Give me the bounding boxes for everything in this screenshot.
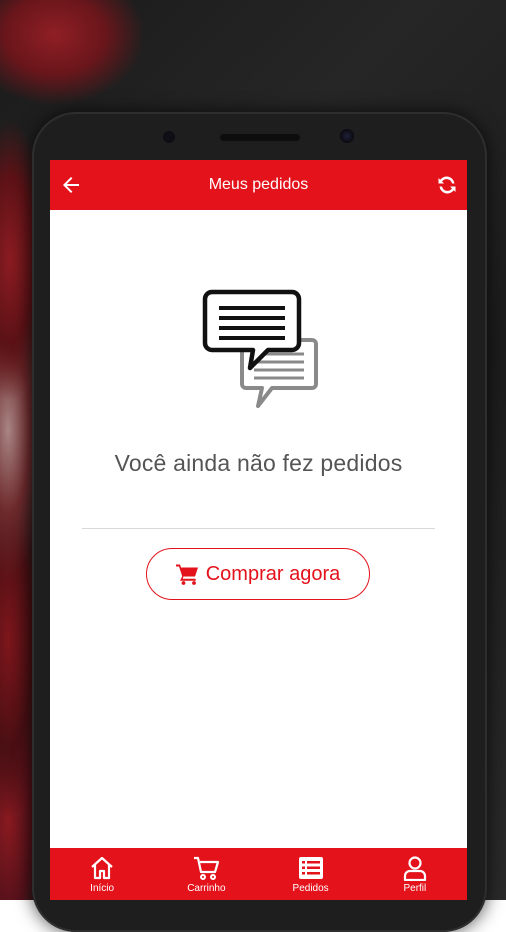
nav-label-cart: Carrinho xyxy=(187,883,226,894)
user-icon xyxy=(403,856,426,881)
refresh-button[interactable] xyxy=(435,173,459,197)
nav-item-home[interactable]: Início xyxy=(50,848,154,900)
nav-label-profile: Perfil xyxy=(403,883,427,894)
nav-label-home: Início xyxy=(90,883,115,894)
shopping-cart-icon xyxy=(175,564,198,585)
phone-front-camera xyxy=(340,129,354,143)
nav-item-orders[interactable]: Pedidos xyxy=(259,848,363,900)
list-icon xyxy=(298,857,323,879)
empty-state-message: Você ainda não fez pedidos xyxy=(114,450,403,476)
chat-bubbles-icon xyxy=(202,289,318,408)
bottom-navigation: Início Carrinho Pedidos Perfil xyxy=(50,848,467,900)
buy-now-button[interactable]: Comprar agora xyxy=(146,548,370,600)
nav-item-cart[interactable]: Carrinho xyxy=(154,848,258,900)
nav-item-profile[interactable]: Perfil xyxy=(363,848,467,900)
phone-speaker xyxy=(220,134,300,141)
app-screen: Meus pedidos Você ainda não fez pedidos … xyxy=(50,160,467,900)
app-bar: Meus pedidos xyxy=(50,160,467,210)
nav-label-orders: Pedidos xyxy=(292,883,329,894)
buy-now-label: Comprar agora xyxy=(205,562,341,585)
cart-icon xyxy=(194,856,220,880)
home-icon xyxy=(91,856,113,880)
divider xyxy=(82,528,435,529)
page-title: Meus pedidos xyxy=(208,176,309,193)
refresh-icon xyxy=(438,176,456,194)
phone-sensor xyxy=(163,131,175,143)
